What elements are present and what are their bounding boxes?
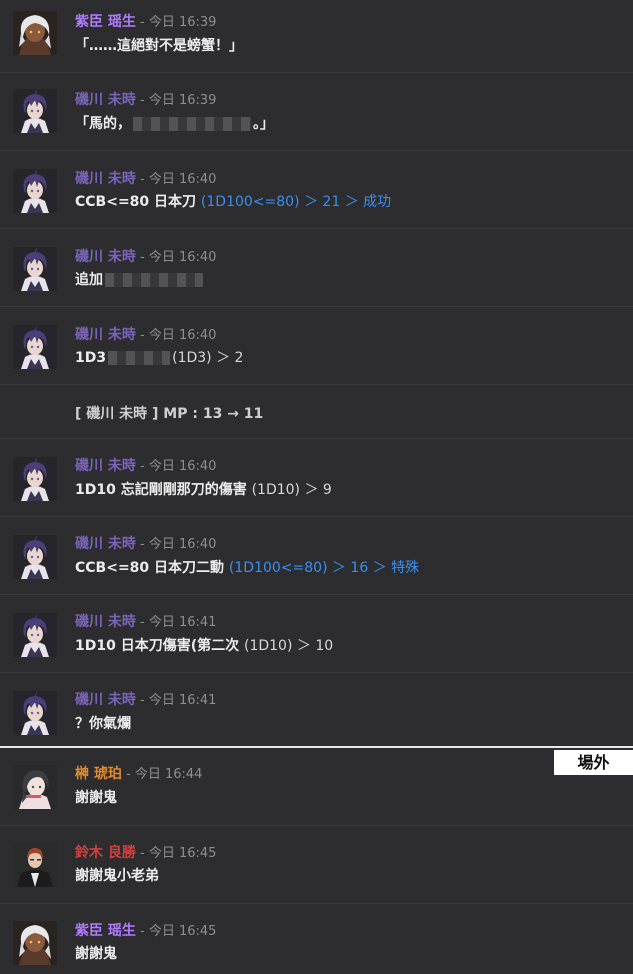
timestamp: - 今日 16:41 [140, 615, 217, 630]
speaker-name[interactable]: 榊 琥珀 [75, 766, 122, 782]
avatar[interactable] [13, 921, 57, 965]
dice-result: (1D100<=80) ＞ 21 ＞ 成功 [200, 194, 392, 210]
system-message: [ 磯川 未時 ] MP : 13 → 11 [75, 406, 264, 422]
speaker-name[interactable]: 磯川 未時 [75, 458, 136, 474]
timestamp: - 今日 16:39 [140, 93, 217, 108]
timestamp: - 今日 16:45 [140, 924, 217, 939]
speaker-name[interactable]: 鈴木 良勝 [75, 845, 136, 861]
message-header: 紫臣 瑶生 - 今日 16:39 [75, 13, 216, 31]
text-segment: 「……這絕對不是螃蟹！」 [75, 38, 243, 54]
speaker-name[interactable]: 磯川 未時 [75, 692, 136, 708]
avatar[interactable] [13, 169, 57, 213]
message-text: 「馬的， 。」 [75, 115, 274, 133]
text-segment: 。」 [253, 116, 274, 132]
timestamp: - 今日 16:40 [140, 328, 217, 343]
avatar[interactable] [13, 11, 57, 55]
message-row: 磯川 未時 - 今日 16:41 ？你氣爛 [0, 673, 633, 746]
timestamp: - 今日 16:41 [140, 693, 217, 708]
avatar[interactable] [13, 325, 57, 369]
avatar[interactable] [13, 843, 57, 887]
speaker-name[interactable]: 磯川 未時 [75, 171, 136, 187]
message-row: 紫臣 瑶生 - 今日 16:45 謝謝鬼 [0, 904, 633, 974]
message-row: 紫臣 瑶生 - 今日 16:39 「……這絕對不是螃蟹！」 [0, 0, 633, 73]
text-segment: 1D3 [75, 350, 107, 366]
message-header: 磯川 未時 - 今日 16:40 [75, 326, 216, 344]
dice-result: (1D100<=80) ＞ 16 ＞ 特殊 [228, 560, 420, 576]
message-text: 1D3 (1D3) ＞ 2 [75, 349, 243, 367]
text-segment: 謝謝鬼 [75, 946, 117, 962]
system-message-row: [ 磯川 未時 ] MP : 13 → 11 [0, 385, 633, 439]
message-text: 謝謝鬼小老弟 [75, 867, 159, 885]
redacted-mosaic [105, 273, 203, 287]
message-header: 榊 琥珀 - 今日 16:44 [75, 765, 202, 783]
speaker-name[interactable]: 磯川 未時 [75, 92, 136, 108]
avatar[interactable] [13, 247, 57, 291]
redacted-mosaic [133, 117, 251, 131]
message-text: 追加 [75, 271, 205, 289]
dice-result: (1D10) ＞ 9 [251, 482, 332, 498]
message-header: 鈴木 良勝 - 今日 16:45 [75, 844, 216, 862]
dice-result: (1D10) ＞ 10 [244, 638, 334, 654]
message-row: 磯川 未時 - 今日 16:40 1D3 (1D3) ＞ 2 [0, 307, 633, 385]
message-text: CCB<=80 日本刀 (1D100<=80) ＞ 21 ＞ 成功 [75, 193, 391, 211]
message-row: 磯川 未時 - 今日 16:40 1D10 忘記剛剛那刀的傷害 (1D10) ＞… [0, 439, 633, 517]
message-text: 1D10 日本刀傷害(第二次 (1D10) ＞ 10 [75, 637, 333, 655]
message-text: ？你氣爛 [75, 715, 131, 733]
message-row: 鈴木 良勝 - 今日 16:45 謝謝鬼小老弟 [0, 826, 633, 904]
redacted-mosaic [108, 351, 171, 365]
speaker-name[interactable]: 磯川 未時 [75, 327, 136, 343]
avatar[interactable] [13, 89, 57, 133]
timestamp: - 今日 16:40 [140, 172, 217, 187]
message-text: 謝謝鬼 [75, 945, 117, 963]
text-segment: CCB<=80 日本刀 [75, 194, 201, 210]
message-text: 「……這絕對不是螃蟹！」 [75, 37, 243, 55]
text-segment: CCB<=80 日本刀二動 [75, 560, 229, 576]
avatar[interactable] [13, 765, 57, 809]
message-row: 磯川 未時 - 今日 16:40 追加 [0, 229, 633, 307]
text-segment: 1D10 日本刀傷害(第二次 [75, 638, 244, 654]
text-segment: 「馬的， [75, 116, 131, 132]
text-segment: 1D10 忘記剛剛那刀的傷害 [75, 482, 252, 498]
message-text: 謝謝鬼 [75, 789, 117, 807]
timestamp: - 今日 16:40 [140, 250, 217, 265]
avatar[interactable] [13, 457, 57, 501]
message-header: 磯川 未時 - 今日 16:40 [75, 248, 216, 266]
message-text: 1D10 忘記剛剛那刀的傷害 (1D10) ＞ 9 [75, 481, 332, 499]
dice-result: (1D3) ＞ 2 [172, 350, 244, 366]
message-header: 磯川 未時 - 今日 16:40 [75, 170, 216, 188]
timestamp: - 今日 16:40 [140, 537, 217, 552]
timestamp: - 今日 16:40 [140, 459, 217, 474]
text-segment: 追加 [75, 272, 103, 288]
message-header: 磯川 未時 - 今日 16:39 [75, 91, 216, 109]
message-row: 磯川 未時 - 今日 16:41 1D10 日本刀傷害(第二次 (1D10) ＞… [0, 595, 633, 673]
speaker-name[interactable]: 磯川 未時 [75, 249, 136, 265]
speaker-name[interactable]: 磯川 未時 [75, 536, 136, 552]
message-text: CCB<=80 日本刀二動 (1D100<=80) ＞ 16 ＞ 特殊 [75, 559, 419, 577]
avatar[interactable] [13, 691, 57, 735]
text-segment: ？你氣爛 [75, 716, 131, 732]
message-row: 磯川 未時 - 今日 16:40 CCB<=80 日本刀 (1D100<=80)… [0, 151, 633, 229]
message-header: 磯川 未時 - 今日 16:40 [75, 457, 216, 475]
timestamp: - 今日 16:44 [126, 767, 203, 782]
avatar[interactable] [13, 535, 57, 579]
text-segment: 謝謝鬼小老弟 [75, 868, 159, 884]
timestamp: - 今日 16:45 [140, 846, 217, 861]
message-row: 榊 琥珀 - 今日 16:44 謝謝鬼 [0, 748, 633, 826]
text-segment: 謝謝鬼 [75, 790, 117, 806]
timestamp: - 今日 16:39 [140, 15, 217, 30]
speaker-name[interactable]: 紫臣 瑶生 [75, 923, 136, 939]
message-header: 磯川 未時 - 今日 16:41 [75, 691, 216, 709]
speaker-name[interactable]: 紫臣 瑶生 [75, 14, 136, 30]
message-header: 紫臣 瑶生 - 今日 16:45 [75, 922, 216, 940]
message-row: 磯川 未時 - 今日 16:39 「馬的， 。」 [0, 73, 633, 151]
message-header: 磯川 未時 - 今日 16:41 [75, 613, 216, 631]
message-row: 磯川 未時 - 今日 16:40 CCB<=80 日本刀二動 (1D100<=8… [0, 517, 633, 595]
avatar[interactable] [13, 613, 57, 657]
message-header: 磯川 未時 - 今日 16:40 [75, 535, 216, 553]
speaker-name[interactable]: 磯川 未時 [75, 614, 136, 630]
